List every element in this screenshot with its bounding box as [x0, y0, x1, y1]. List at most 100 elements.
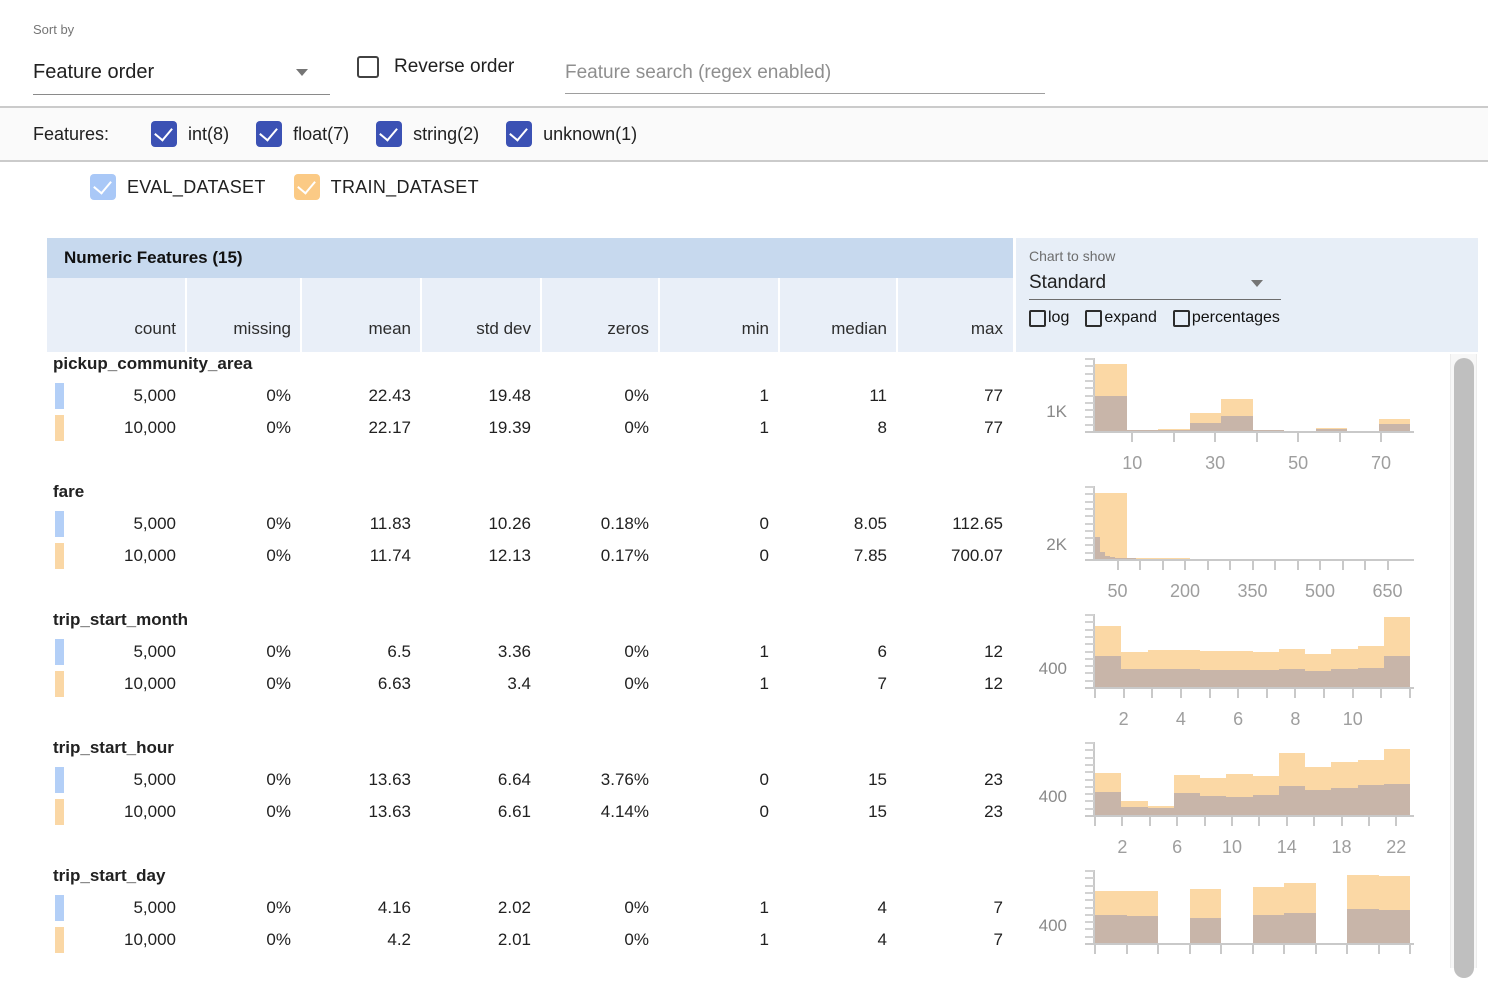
- stat-value: 10,000: [47, 796, 185, 828]
- sort-by-value: Feature order: [33, 61, 154, 84]
- stat-value: 0%: [540, 668, 658, 700]
- stat-value: 0%: [185, 508, 300, 540]
- feature-type-filter-string[interactable]: string(2): [376, 121, 479, 147]
- checkbox-checked-icon: [294, 174, 320, 200]
- dataset-label: TRAIN_DATASET: [331, 177, 479, 198]
- checkbox-checked-icon: [376, 121, 402, 147]
- chevron-down-icon: [296, 69, 308, 76]
- eval-swatch: [55, 767, 64, 793]
- stat-value: 6.64: [420, 764, 540, 796]
- stat-value: 0%: [540, 412, 658, 444]
- dataset-toggle-train_dataset[interactable]: TRAIN_DATASET: [294, 174, 479, 200]
- stat-value: 7: [896, 892, 1012, 924]
- checkbox-unchecked-icon: [1173, 310, 1190, 327]
- stat-value: 3.4: [420, 668, 540, 700]
- reverse-order-label: Reverse order: [394, 56, 514, 78]
- stat-value: 5,000: [47, 636, 185, 668]
- feature-name: fare: [53, 482, 84, 502]
- feature-name: trip_start_month: [53, 610, 188, 630]
- stat-value: 22.17: [300, 412, 420, 444]
- stat-value: 22.43: [300, 380, 420, 412]
- chart-option-log[interactable]: log: [1029, 309, 1069, 327]
- histogram-pickup_community_area[interactable]: [1085, 352, 1415, 452]
- chart-option-label: expand: [1104, 309, 1157, 327]
- feature-block-fare: fare5,0000%11.8310.260.18%08.05112.6510,…: [0, 480, 1488, 608]
- feature-name: pickup_community_area: [53, 354, 252, 374]
- train-swatch: [55, 671, 64, 697]
- column-header-max: max: [896, 278, 1012, 352]
- stat-value: 3.36: [420, 636, 540, 668]
- eval-swatch: [55, 639, 64, 665]
- stat-value: 10,000: [47, 540, 185, 572]
- stat-value: 4: [778, 892, 896, 924]
- chart-type-value: Standard: [1029, 272, 1106, 294]
- feature-name: trip_start_hour: [53, 738, 174, 758]
- stat-value: 2.01: [420, 924, 540, 956]
- feature-block-trip_start_hour: trip_start_hour 5,0000%13.636.643.76%0152…: [0, 736, 1488, 864]
- stat-value: 10.26: [420, 508, 540, 540]
- stat-value: 0%: [185, 412, 300, 444]
- stat-value: 8: [778, 412, 896, 444]
- feature-name: trip_start_day: [53, 866, 165, 886]
- eval-stats-row: 5,0000%6.53.360%1612: [47, 636, 1013, 668]
- scrollbar-thumb[interactable]: [1454, 358, 1474, 978]
- y-axis-label: 400: [1007, 916, 1067, 936]
- x-axis-tick-label: 10: [1202, 837, 1262, 858]
- histogram-trip_start_day[interactable]: [1085, 864, 1415, 964]
- x-axis-tick-label: 6: [1208, 709, 1268, 730]
- stat-value: 0%: [185, 892, 300, 924]
- stat-value: 15: [778, 796, 896, 828]
- chart-option-expand[interactable]: expand: [1085, 309, 1157, 327]
- stat-value: 0: [658, 540, 778, 572]
- stat-value: 4.2: [300, 924, 420, 956]
- stat-value: 10,000: [47, 412, 185, 444]
- chart-type-select[interactable]: Standard: [1029, 266, 1281, 300]
- stat-value: 5,000: [47, 508, 185, 540]
- checkbox-unchecked-icon: [1029, 310, 1046, 327]
- stat-value: 10,000: [47, 668, 185, 700]
- stat-value: 12: [896, 668, 1012, 700]
- reverse-order-checkbox[interactable]: Reverse order: [357, 56, 514, 78]
- x-axis-tick-label: 500: [1290, 581, 1350, 602]
- checkbox-checked-icon: [90, 174, 116, 200]
- dataset-toggle-eval_dataset[interactable]: EVAL_DATASET: [90, 174, 266, 200]
- stat-value: 2.02: [420, 892, 540, 924]
- stat-value: 13.63: [300, 796, 420, 828]
- chevron-down-icon: [1251, 280, 1263, 287]
- stat-value: 1: [658, 892, 778, 924]
- stat-value: 19.39: [420, 412, 540, 444]
- eval-swatch: [55, 383, 64, 409]
- stat-value: 700.07: [896, 540, 1012, 572]
- stat-value: 6.61: [420, 796, 540, 828]
- stat-value: 6: [778, 636, 896, 668]
- x-axis-tick-label: 10: [1102, 453, 1162, 474]
- feature-type-filter-float[interactable]: float(7): [256, 121, 349, 147]
- feature-type-label: float(7): [293, 124, 349, 145]
- stat-value: 8.05: [778, 508, 896, 540]
- eval-swatch: [55, 895, 64, 921]
- chart-option-percentages[interactable]: percentages: [1173, 309, 1280, 327]
- x-axis-tick-label: 70: [1351, 453, 1411, 474]
- feature-search-input[interactable]: [565, 52, 1045, 94]
- x-axis-tick-label: 8: [1265, 709, 1325, 730]
- column-header-zeros: zeros: [540, 278, 658, 352]
- histogram-trip_start_hour[interactable]: [1085, 736, 1415, 836]
- eval-swatch: [55, 511, 64, 537]
- stat-value: 4.16: [300, 892, 420, 924]
- histogram-fare[interactable]: [1085, 480, 1415, 580]
- feature-type-label: string(2): [413, 124, 479, 145]
- stat-value: 0: [658, 796, 778, 828]
- stat-value: 7: [896, 924, 1012, 956]
- stat-value: 23: [896, 764, 1012, 796]
- x-axis-tick-label: 18: [1312, 837, 1372, 858]
- feature-type-filter-unknown[interactable]: unknown(1): [506, 121, 637, 147]
- feature-type-label: int(8): [188, 124, 229, 145]
- histogram-trip_start_month[interactable]: [1085, 608, 1415, 708]
- dataset-label: EVAL_DATASET: [127, 177, 266, 198]
- sort-by-select[interactable]: Feature order: [33, 50, 330, 95]
- column-header-median: median: [778, 278, 896, 352]
- stat-value: 6.63: [300, 668, 420, 700]
- feature-type-filter-int[interactable]: int(8): [151, 121, 229, 147]
- stat-value: 77: [896, 380, 1012, 412]
- eval-stats-row: 5,0000%13.636.643.76%01523: [47, 764, 1013, 796]
